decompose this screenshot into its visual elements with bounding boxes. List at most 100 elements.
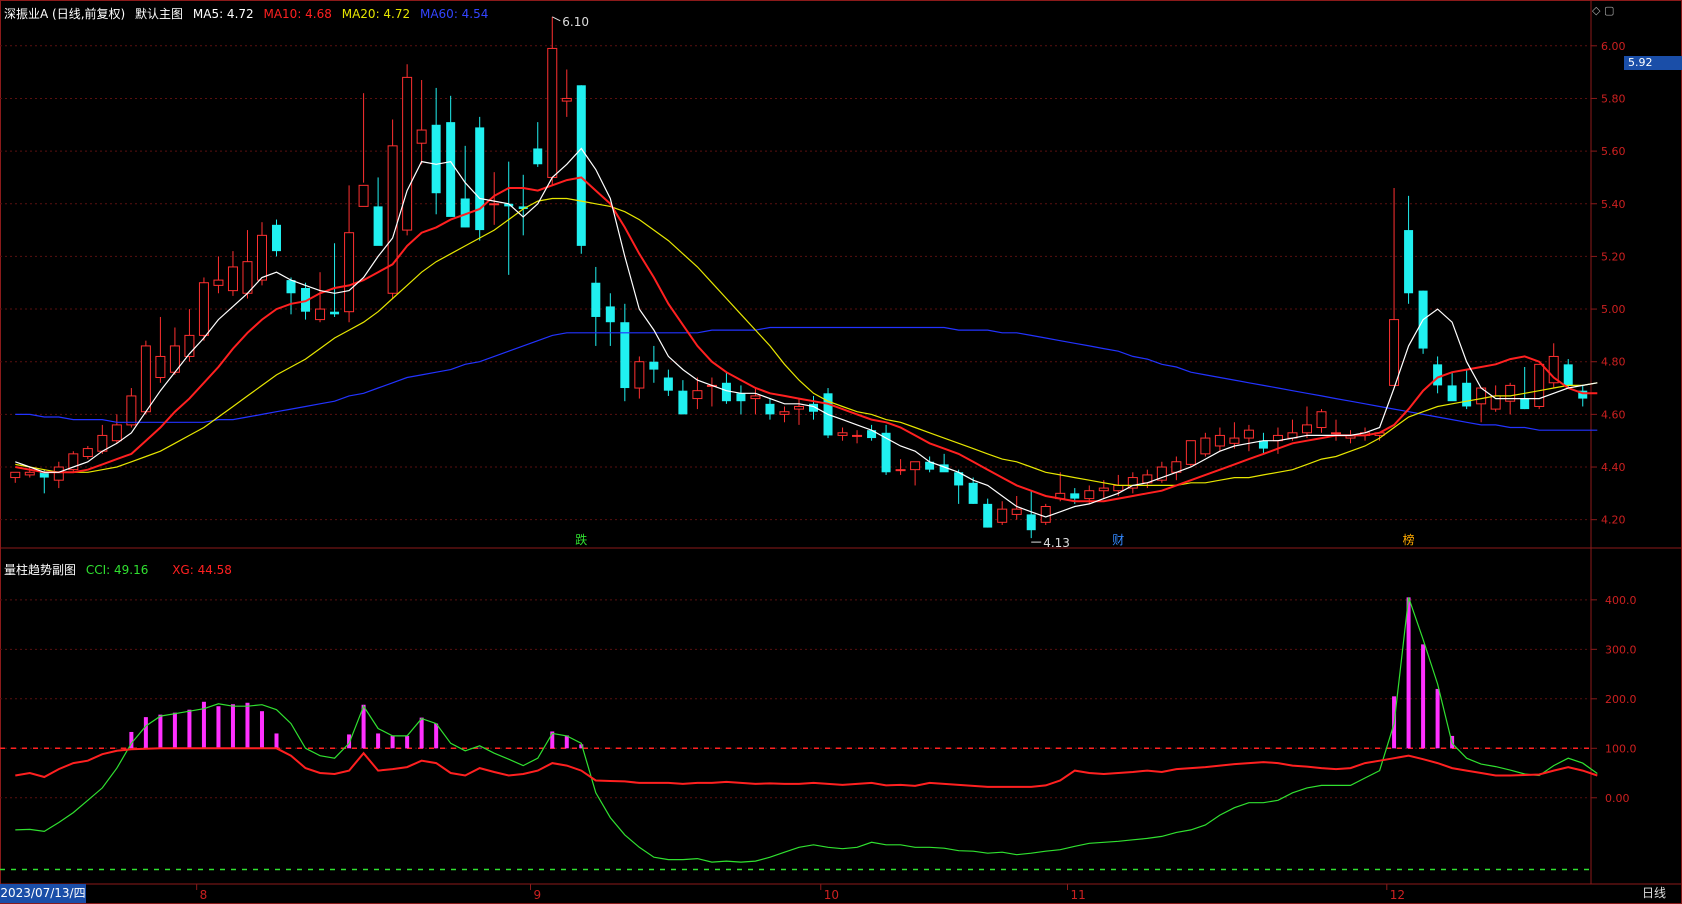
- date-tick-label: 8: [200, 888, 208, 902]
- candle-body: [765, 403, 775, 415]
- date-tick-label: 9: [533, 888, 541, 902]
- candle-body: [1301, 424, 1312, 434]
- date-tick-label: 12: [1390, 888, 1405, 902]
- candle-body: [1084, 490, 1095, 500]
- candle-body: [126, 395, 137, 426]
- candle-body: [561, 97, 572, 102]
- cci-volume-bar: [259, 711, 264, 749]
- candle-body: [1229, 437, 1240, 444]
- cci-volume-bar: [274, 733, 279, 749]
- candle-body: [475, 127, 485, 231]
- candle-body: [794, 405, 804, 410]
- candle-body: [1447, 385, 1457, 402]
- price-tick-label: 5.20: [1601, 250, 1626, 263]
- ma20-readout: MA20: 4.72: [341, 7, 411, 21]
- candle-body: [1563, 364, 1573, 386]
- chart-canvas[interactable]: 6.00 5.80 5.60 5.40 5.20 5.00 4.80 4.60 4.40 4.20…: [0, 0, 1682, 904]
- ma60-readout: MA60: 4.54: [419, 7, 489, 21]
- candle-body: [1316, 411, 1327, 429]
- candle-body: [227, 266, 238, 292]
- cci-volume-bar: [376, 733, 381, 749]
- candle-body: [1214, 434, 1225, 447]
- cci-volume-bar: [245, 702, 250, 749]
- candle-body: [1098, 487, 1109, 492]
- candle-body: [416, 129, 427, 144]
- ma20-line: [15, 197, 1598, 486]
- cci-volume-bar: [187, 709, 192, 749]
- candle-body: [402, 76, 413, 231]
- candle-body: [968, 482, 978, 504]
- price-tick-label: 6.00: [1601, 40, 1626, 53]
- cci-tick-label: 400.0: [1605, 594, 1637, 607]
- cci-volume-bar: [158, 714, 163, 749]
- candle-body: [24, 471, 35, 476]
- cci-volume-bar: [172, 712, 177, 749]
- candle-body: [591, 282, 601, 317]
- candle-body: [1404, 230, 1414, 294]
- candle-body: [489, 203, 500, 206]
- candle-body: [983, 503, 993, 528]
- window-controls[interactable]: ◇ ▢: [1592, 4, 1614, 17]
- high-marker: [552, 16, 561, 22]
- candle-body: [605, 306, 615, 323]
- cci-line: [15, 597, 1598, 863]
- cci-tick-label: 0.00: [1605, 792, 1630, 805]
- candle-body: [852, 434, 863, 437]
- cci-volume-bar: [1421, 644, 1426, 749]
- ma5-readout: MA5: 4.72: [192, 7, 254, 21]
- sub-chart-header: 量柱趋势副图 CCI: 49.16 XG: 44.58: [4, 561, 238, 578]
- candle-body: [1040, 506, 1051, 523]
- candle-body: [1011, 508, 1022, 515]
- cci-volume-bar: [564, 735, 569, 749]
- sub-chart-title[interactable]: 量柱趋势副图: [4, 563, 76, 577]
- xg-readout: XG: 44.58: [172, 563, 232, 577]
- outer-frame: [0, 0, 1682, 904]
- date-tick-label: 10: [824, 888, 839, 902]
- event-marker-label: 财: [1112, 533, 1124, 547]
- cci-volume-bar: [390, 735, 395, 749]
- candle-body: [198, 282, 209, 336]
- event-marker-label: 跌: [575, 532, 587, 547]
- candle-body: [576, 85, 586, 246]
- candle-body: [344, 232, 355, 313]
- candle-body: [1331, 432, 1342, 435]
- candle-body: [910, 461, 921, 471]
- candle-body: [242, 261, 253, 294]
- candle-body: [533, 148, 543, 165]
- candle-body: [678, 390, 688, 415]
- price-tick-label: 5.00: [1601, 303, 1626, 316]
- cci-volume-bar: [434, 723, 439, 749]
- candle-body: [1433, 364, 1443, 386]
- candle-body: [837, 432, 848, 436]
- candle-body: [82, 448, 93, 457]
- cci-readout: CCI: 49.16: [85, 563, 149, 577]
- price-tick-label: 4.40: [1601, 461, 1626, 474]
- candle-body: [1462, 382, 1472, 407]
- candle-body: [620, 322, 630, 389]
- candle-body: [1243, 429, 1254, 439]
- candle-body: [1070, 493, 1080, 499]
- cci-volume-bar: [419, 717, 424, 749]
- cci-volume-bar: [1435, 688, 1440, 749]
- cci-volume-bar: [1406, 597, 1411, 749]
- stock-label[interactable]: 深振业A (日线,前复权): [4, 7, 125, 21]
- candle-body: [1026, 514, 1036, 531]
- candle-body: [997, 508, 1008, 523]
- chart-mode-selector[interactable]: 默认主图: [135, 7, 183, 21]
- candle-body: [330, 311, 340, 315]
- candle-body: [736, 393, 746, 402]
- cursor-date: 2023/07/13/四: [0, 884, 86, 903]
- candle-body: [1200, 437, 1211, 455]
- candle-body: [721, 382, 731, 402]
- cci-tick-label: 100.0: [1605, 742, 1637, 755]
- price-tick-label: 5.40: [1601, 198, 1626, 211]
- candle-body: [750, 395, 761, 400]
- candle-body: [286, 280, 296, 294]
- price-tick-label: 5.60: [1601, 145, 1626, 158]
- cci-volume-bar: [405, 735, 410, 749]
- candle-body: [1258, 440, 1268, 449]
- period-selector[interactable]: 日线: [1627, 884, 1681, 903]
- candle-body: [272, 224, 282, 252]
- ma10-readout: MA10: 4.68: [263, 7, 332, 21]
- candle-body: [779, 411, 790, 415]
